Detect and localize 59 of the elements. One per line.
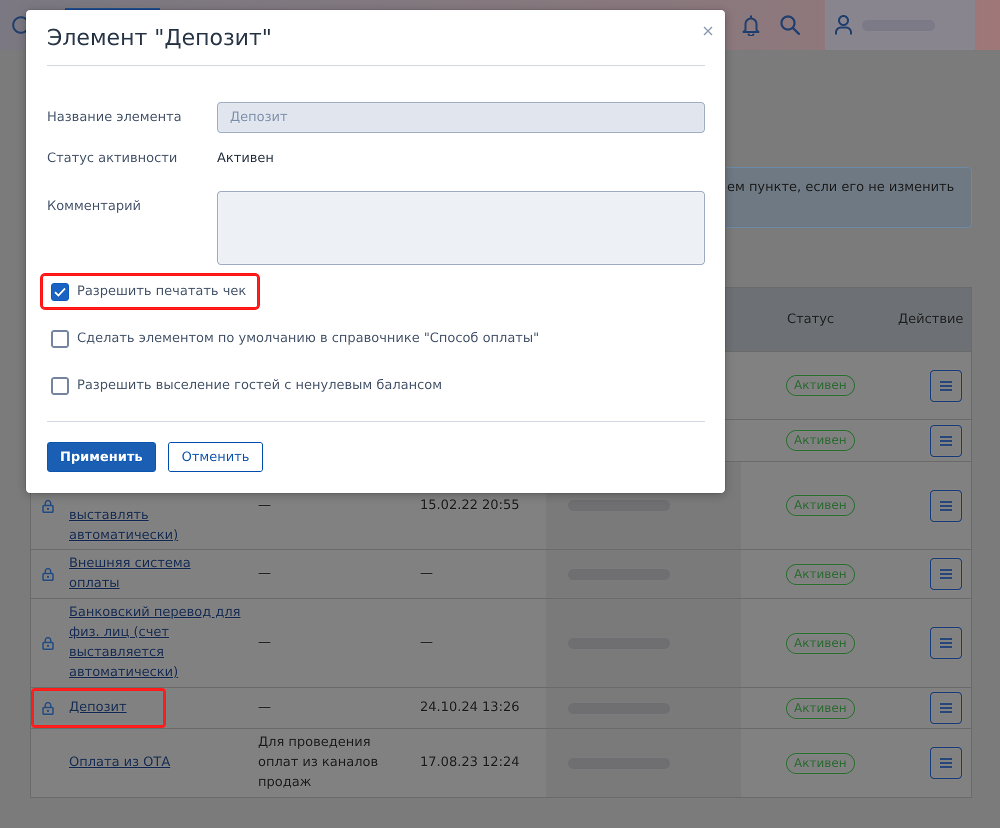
item-link[interactable]: Внешняя система оплаты	[69, 554, 241, 594]
field-label: Статус активности	[47, 150, 178, 168]
table-cell: —	[420, 635, 433, 650]
close-button[interactable]	[702, 25, 714, 37]
menu-icon	[940, 500, 952, 510]
status-badge: Активен	[786, 752, 855, 774]
menu-icon	[940, 569, 952, 579]
table-cell: —	[420, 566, 433, 581]
status-badge: Активен	[786, 632, 855, 654]
menu-button[interactable]	[930, 424, 962, 456]
dialog-title: Элемент "Депозит"	[47, 25, 273, 53]
status-badge: Активен	[786, 564, 855, 584]
table-cell: —	[258, 635, 271, 650]
cancel-button[interactable]: Отменить	[168, 442, 264, 472]
checkbox[interactable]	[51, 377, 69, 395]
field-label: Название элемента	[47, 108, 183, 126]
menu-button[interactable]	[930, 692, 962, 724]
table-cell: —	[258, 566, 271, 581]
menu-icon	[940, 638, 952, 648]
status-badge: Активен	[786, 698, 855, 718]
status-value: Активен	[217, 150, 275, 168]
table-cell: 15.02.22 20:55	[420, 498, 520, 512]
info-text: ем пункте, если его не изменить	[727, 180, 954, 195]
table-cell: 24.10.24 13:26	[420, 700, 520, 715]
status-badge: Активен	[786, 375, 855, 396]
bell-icon[interactable]	[742, 14, 760, 36]
menu-button[interactable]	[930, 747, 962, 779]
table-cell: Для проведения оплат из каналов продаж	[258, 735, 378, 790]
menu-icon	[940, 703, 952, 713]
menu-button[interactable]	[930, 490, 962, 522]
menu-button[interactable]	[930, 558, 962, 590]
close-icon	[703, 26, 713, 36]
checkbox-label: Сделать элементом по умолчанию в справочнике "Способ оплаты"	[77, 330, 540, 348]
table-cell: —	[258, 700, 271, 715]
menu-button[interactable]	[930, 627, 962, 659]
checkbox[interactable]	[51, 330, 69, 348]
status-badge: Активен	[786, 430, 855, 451]
menu-icon	[940, 380, 952, 390]
checkbox-label: Разрешить выселение гостей с ненулевым балансом	[77, 377, 442, 395]
comment-field[interactable]	[217, 191, 705, 265]
table-cell: —	[258, 498, 271, 512]
search-icon[interactable]	[780, 15, 800, 35]
item-link[interactable]: выставлять автоматически)	[69, 506, 241, 546]
menu-icon	[940, 758, 952, 768]
column-header: Действие	[898, 312, 964, 326]
user-icon	[835, 15, 852, 35]
status-badge: Активен	[786, 495, 855, 516]
item-link[interactable]: Банковский перевод для физ. лиц (счет выставляется автоматически)	[69, 603, 241, 683]
item-link[interactable]: Депозит	[69, 698, 127, 718]
checkbox-label: Разрешить печатать чек	[77, 283, 246, 301]
table-cell: 17.08.23 12:24	[420, 755, 520, 770]
field-label: Комментарий	[47, 198, 142, 216]
item-link[interactable]: Оплата из ОТА	[69, 753, 170, 773]
checkbox[interactable]	[51, 283, 69, 301]
apply-button[interactable]: Применить	[47, 442, 156, 472]
column-header: Статус	[787, 312, 834, 326]
menu-icon	[940, 436, 952, 446]
menu-button[interactable]	[930, 370, 962, 402]
checkmark-icon	[54, 287, 66, 297]
